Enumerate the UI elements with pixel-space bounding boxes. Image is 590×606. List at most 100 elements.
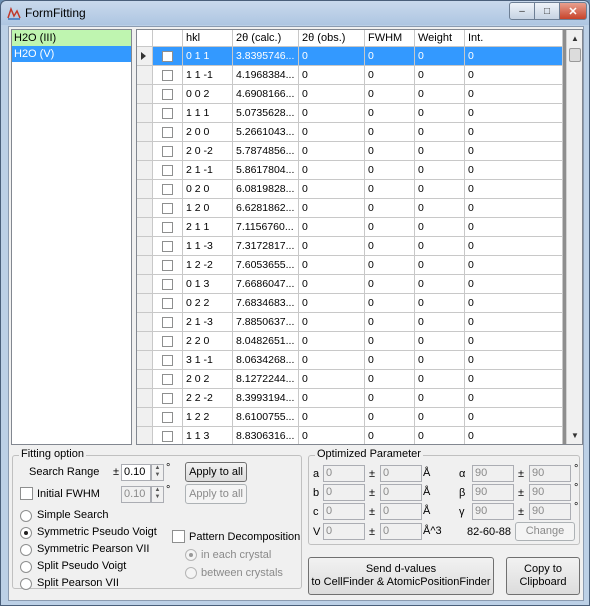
fitting-option-radio-1[interactable]: [20, 527, 32, 539]
row-checkbox-cell[interactable]: [153, 199, 183, 218]
weight-cell[interactable]: 0: [415, 66, 465, 85]
hkl-cell[interactable]: 3 1 -1: [183, 351, 233, 370]
row-checkbox[interactable]: [162, 183, 173, 195]
intensity-cell[interactable]: 0: [465, 275, 563, 294]
two-theta-obs-cell[interactable]: 0: [299, 275, 365, 294]
column-header-5[interactable]: FWHM: [365, 30, 415, 47]
hkl-cell[interactable]: 0 1 3: [183, 275, 233, 294]
two-theta-calc-cell[interactable]: 8.0482651...: [233, 332, 299, 351]
intensity-cell[interactable]: 0: [465, 123, 563, 142]
weight-cell[interactable]: 0: [415, 218, 465, 237]
scroll-up-icon[interactable]: ▲: [567, 30, 582, 47]
fwhm-cell[interactable]: 0: [365, 389, 415, 408]
hkl-cell[interactable]: 1 2 2: [183, 408, 233, 427]
weight-cell[interactable]: 0: [415, 104, 465, 123]
row-checkbox[interactable]: [162, 430, 173, 442]
weight-cell[interactable]: 0: [415, 294, 465, 313]
two-theta-calc-cell[interactable]: 8.1272244...: [233, 370, 299, 389]
two-theta-obs-cell[interactable]: 0: [299, 332, 365, 351]
search-range-input[interactable]: 0.10: [121, 464, 151, 481]
in-each-crystal-radio[interactable]: [185, 549, 197, 561]
fitting-option-radio-2[interactable]: [20, 544, 32, 556]
table-row[interactable]: 1 1 -1 4.1968384... 0 0 0 0: [137, 66, 563, 85]
row-checkbox[interactable]: [162, 297, 173, 309]
two-theta-calc-cell[interactable]: 6.0819828...: [233, 180, 299, 199]
row-header[interactable]: [137, 218, 153, 237]
row-checkbox[interactable]: [162, 145, 173, 157]
fwhm-cell[interactable]: 0: [365, 199, 415, 218]
row-header[interactable]: [137, 104, 153, 123]
hkl-cell[interactable]: 1 2 0: [183, 199, 233, 218]
fwhm-cell[interactable]: 0: [365, 104, 415, 123]
row-checkbox-cell[interactable]: [153, 313, 183, 332]
two-theta-calc-cell[interactable]: 8.0634268...: [233, 351, 299, 370]
two-theta-calc-cell[interactable]: 7.6686047...: [233, 275, 299, 294]
intensity-cell[interactable]: 0: [465, 294, 563, 313]
two-theta-calc-cell[interactable]: 7.3172817...: [233, 237, 299, 256]
two-theta-calc-cell[interactable]: 7.6053655...: [233, 256, 299, 275]
weight-cell[interactable]: 0: [415, 47, 465, 66]
row-checkbox[interactable]: [162, 88, 173, 100]
weight-cell[interactable]: 0: [415, 180, 465, 199]
two-theta-obs-cell[interactable]: 0: [299, 47, 365, 66]
column-header-3[interactable]: 2θ (calc.): [233, 30, 299, 47]
intensity-cell[interactable]: 0: [465, 256, 563, 275]
row-header[interactable]: [137, 427, 153, 444]
row-checkbox-cell[interactable]: [153, 275, 183, 294]
two-theta-calc-cell[interactable]: 8.6100755...: [233, 408, 299, 427]
row-checkbox[interactable]: [162, 373, 173, 385]
row-checkbox-cell[interactable]: [153, 218, 183, 237]
weight-cell[interactable]: 0: [415, 389, 465, 408]
weight-cell[interactable]: 0: [415, 237, 465, 256]
row-checkbox[interactable]: [162, 354, 173, 366]
initial-fwhm-spinner[interactable]: ▲ ▼: [151, 486, 164, 503]
fwhm-cell[interactable]: 0: [365, 275, 415, 294]
two-theta-calc-cell[interactable]: 5.2661043...: [233, 123, 299, 142]
hkl-cell[interactable]: 0 2 0: [183, 180, 233, 199]
row-header[interactable]: [137, 313, 153, 332]
row-header[interactable]: [137, 275, 153, 294]
weight-cell[interactable]: 0: [415, 427, 465, 444]
fwhm-cell[interactable]: 0: [365, 332, 415, 351]
hkl-cell[interactable]: 1 2 -2: [183, 256, 233, 275]
intensity-cell[interactable]: 0: [465, 142, 563, 161]
two-theta-obs-cell[interactable]: 0: [299, 142, 365, 161]
two-theta-calc-cell[interactable]: 5.7874856...: [233, 142, 299, 161]
row-checkbox-cell[interactable]: [153, 142, 183, 161]
vertical-scrollbar[interactable]: ▲ ▼: [566, 30, 582, 444]
fitting-option-radio-3[interactable]: [20, 561, 32, 573]
hkl-cell[interactable]: 2 1 1: [183, 218, 233, 237]
table-row[interactable]: 1 2 2 8.6100755... 0 0 0 0: [137, 408, 563, 427]
column-header-6[interactable]: Weight: [415, 30, 465, 47]
weight-cell[interactable]: 0: [415, 313, 465, 332]
fwhm-cell[interactable]: 0: [365, 161, 415, 180]
two-theta-obs-cell[interactable]: 0: [299, 66, 365, 85]
row-header[interactable]: [137, 199, 153, 218]
two-theta-obs-cell[interactable]: 0: [299, 294, 365, 313]
intensity-cell[interactable]: 0: [465, 66, 563, 85]
table-row[interactable]: 1 1 -3 7.3172817... 0 0 0 0: [137, 237, 563, 256]
weight-cell[interactable]: 0: [415, 275, 465, 294]
two-theta-obs-cell[interactable]: 0: [299, 123, 365, 142]
reflection-grid[interactable]: hkl 2θ (calc.) 2θ (obs.) FWHM Weight Int. 0 1…: [136, 29, 583, 445]
row-checkbox[interactable]: [162, 202, 173, 214]
hkl-cell[interactable]: 2 2 -2: [183, 389, 233, 408]
row-checkbox[interactable]: [162, 278, 173, 290]
fwhm-cell[interactable]: 0: [365, 256, 415, 275]
fwhm-cell[interactable]: 0: [365, 66, 415, 85]
table-row[interactable]: 0 0 2 4.6908166... 0 0 0 0: [137, 85, 563, 104]
initial-fwhm-input[interactable]: 0.10: [121, 486, 151, 503]
row-checkbox-cell[interactable]: [153, 123, 183, 142]
table-row[interactable]: 0 2 2 7.6834683... 0 0 0 0: [137, 294, 563, 313]
hkl-cell[interactable]: 1 1 3: [183, 427, 233, 444]
row-checkbox-cell[interactable]: [153, 294, 183, 313]
weight-cell[interactable]: 0: [415, 351, 465, 370]
table-row[interactable]: 2 0 2 8.1272244... 0 0 0 0: [137, 370, 563, 389]
row-header[interactable]: [137, 123, 153, 142]
row-header[interactable]: [137, 370, 153, 389]
table-row[interactable]: 1 1 3 8.8306316... 0 0 0 0: [137, 427, 563, 444]
two-theta-obs-cell[interactable]: 0: [299, 161, 365, 180]
fitting-option-radio-0[interactable]: [20, 510, 32, 522]
hkl-cell[interactable]: 1 1 -1: [183, 66, 233, 85]
between-crystals-radio[interactable]: [185, 567, 197, 579]
